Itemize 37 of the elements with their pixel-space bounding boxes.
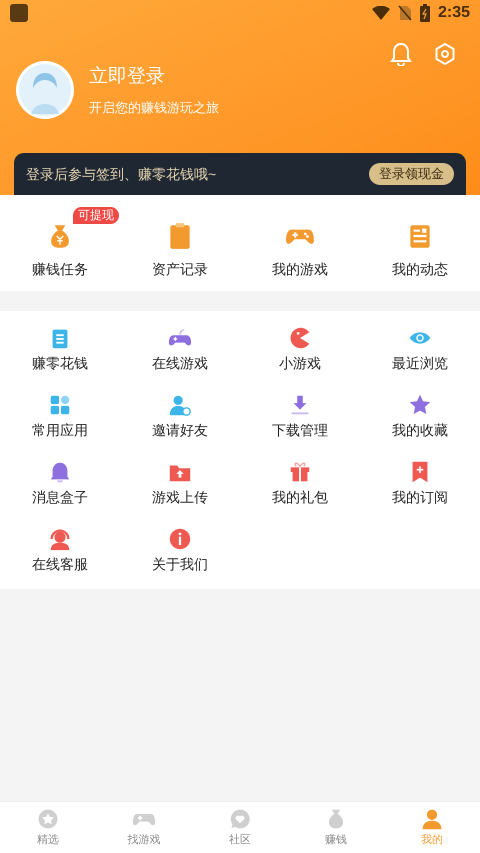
service-item[interactable]: 游戏上传 [120, 459, 240, 508]
nav-tab[interactable]: 精选 [0, 802, 96, 853]
quick-action-item[interactable]: 赚钱任务 [28, 220, 92, 280]
service-item[interactable]: 在线游戏 [120, 325, 240, 374]
wifi-icon [372, 6, 390, 20]
quick-action-item[interactable]: 我的游戏 [268, 220, 332, 280]
claim-cash-button[interactable]: 登录领现金 [369, 163, 454, 185]
withdraw-badge: 可提现 [73, 206, 119, 224]
login-subtitle: 开启您的赚钱游玩之旅 [89, 98, 219, 116]
info-icon [167, 526, 193, 552]
service-item[interactable]: 邀请好友 [120, 392, 240, 441]
service-item[interactable]: 我的订阅 [360, 459, 480, 508]
service-item[interactable]: 我的收藏 [360, 392, 480, 441]
notification-bell-icon[interactable] [390, 42, 412, 66]
service-item[interactable]: 在线客服 [0, 526, 120, 575]
banner-text: 登录后参与签到、赚零花钱哦~ [26, 164, 216, 184]
nav-tab[interactable]: 社区 [192, 802, 288, 853]
avatar-icon[interactable] [15, 60, 75, 120]
person-icon [420, 806, 444, 831]
service-item[interactable]: 常用应用 [0, 392, 120, 441]
service-item[interactable]: 下载管理 [240, 392, 360, 441]
settings-icon[interactable] [434, 42, 456, 66]
nav-tab[interactable]: 赚钱 [288, 802, 384, 853]
quick-action-item[interactable]: 我的动态 [388, 220, 452, 280]
quick-action-item[interactable]: 资产记录 [148, 220, 212, 280]
service-item[interactable]: 最近浏览 [360, 325, 480, 374]
service-item[interactable]: 关于我们 [120, 526, 240, 575]
no-sim-icon [398, 5, 412, 21]
service-item[interactable]: 小游戏 [240, 325, 360, 374]
chat-bubble-icon [228, 806, 252, 831]
app-notification-icon [10, 4, 28, 22]
status-time: 2:35 [438, 3, 470, 23]
service-item[interactable]: 赚零花钱 [0, 325, 120, 374]
battery-icon [420, 4, 430, 22]
nav-tab[interactable]: 找游戏 [96, 802, 192, 853]
service-item[interactable]: 消息盒子 [0, 459, 120, 508]
service-item[interactable]: 我的礼包 [240, 459, 360, 508]
